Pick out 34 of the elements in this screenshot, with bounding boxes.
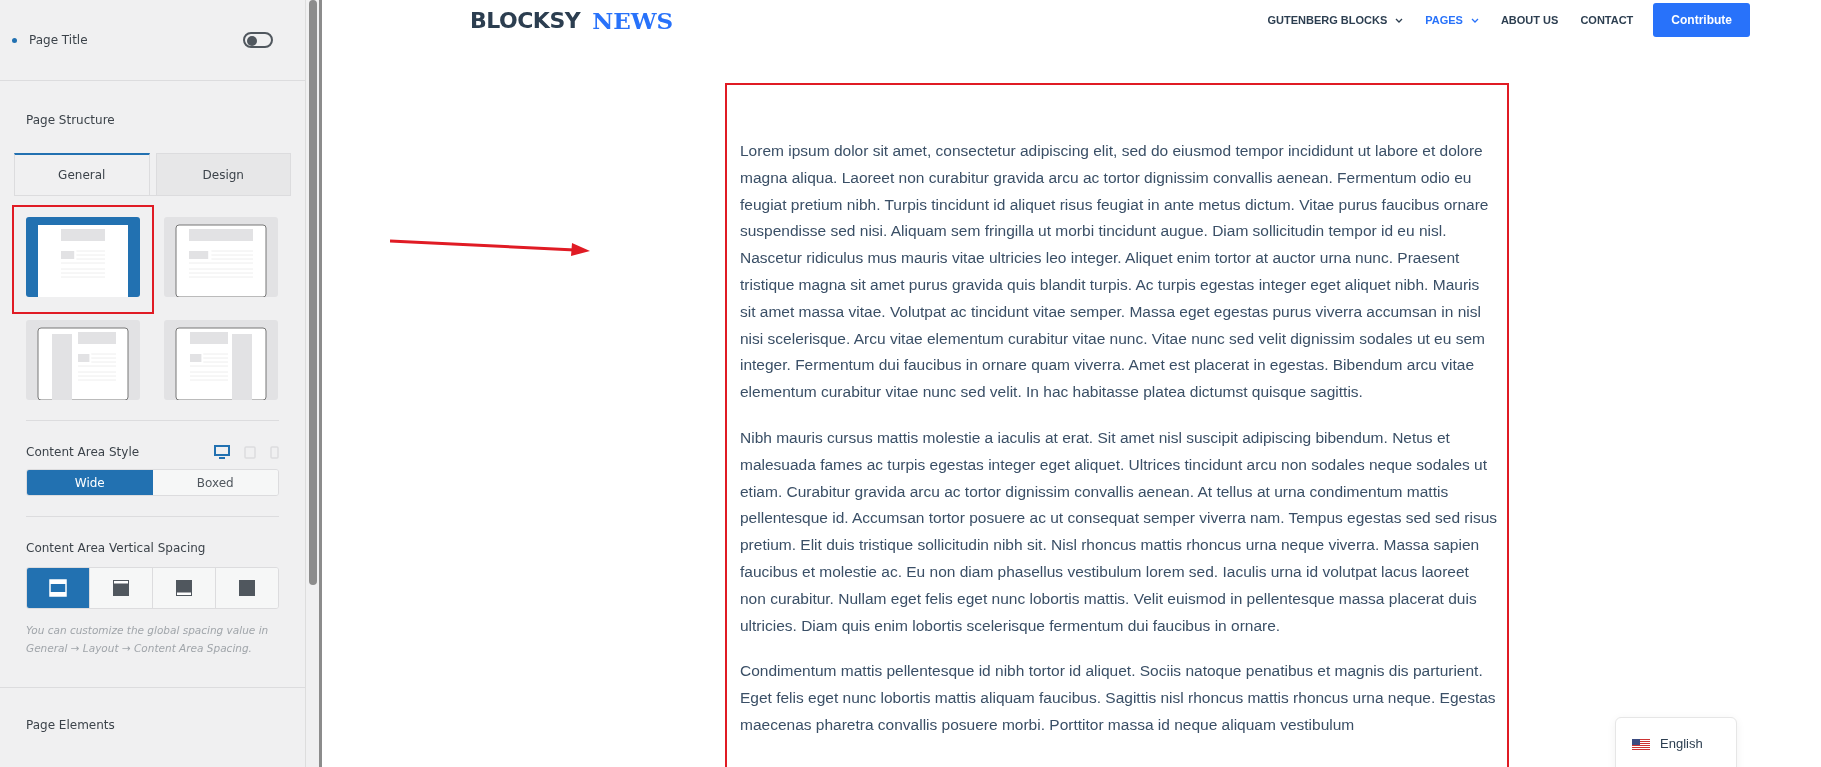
bullet-icon xyxy=(12,37,17,43)
spacing-icon xyxy=(175,579,193,597)
segment-button[interactable]: Wide xyxy=(27,470,153,495)
chevron-icon xyxy=(1470,17,1479,23)
spacing-button[interactable] xyxy=(27,568,89,608)
toggle-switch[interactable] xyxy=(243,32,273,48)
tab[interactable]: Design xyxy=(155,153,291,195)
contribute-button[interactable]: Contribute xyxy=(1653,3,1750,37)
option-label: Content Area Vertical Spacing xyxy=(26,541,206,555)
desktop-icon[interactable] xyxy=(214,445,230,459)
nav-link[interactable]: ABOUT US xyxy=(1500,14,1559,26)
body-paragraph: Lorem ipsum dolor sit amet, consectetur adipiscing elit, sed do eiusmod tempor incididunt ut labore et dolore magna aliqua. Laoreet non curabitur gravida arcu ac tortor dignissim convallis aenean. Fermentum odio eu feugiat pretium nibh. Turpis tincidunt id aliquet risus feugiat in ante metus dictum. Vitae purus faucibus ornare suspendisse sed nisi. Aliquam sem fringilla ut morbi tincidunt augue. Diam sollicitudin tempor id eu nisl. Nascetur ridiculus mus mauris vitae ultricies leo integer. Aliquet enim tortor at auctor urna nunc. Praesent tristique magna sit amet purus gravida quis blandit turpis. Ac turpis egestas integer eget aliquet nibh. Mauris sit amet massa vitae. Volutpat ac tincidunt vitae semper. Massa eget egestas purus viverra accumsan in nisl nisi scelerisque. Arcu vitae elementum curabitur vitae nunc. Vitae nunc sed velit dignissim sodales ut eu sem integer. Fermentum dui faucibus in ornare quam viverra. Amet est placerat in egestas. Bibendum arcu vitae elementum curabitur vitae nunc sed velit. In hac habitasse platea dictumst quisque sagittis. xyxy=(740,141,1490,403)
section-title: Page Elements xyxy=(25,717,116,732)
language-switcher[interactable]: English xyxy=(1615,717,1737,767)
spacing-icon xyxy=(112,579,130,597)
nav-link[interactable]: GUTENBERG BLOCKS xyxy=(1267,14,1404,26)
section-title: Page Structure xyxy=(25,112,116,129)
body-paragraph: Nibh mauris cursus mattis molestie a iaculis at erat. Sit amet nisl suscipit adipiscing bibendum. Netus et malesuada fames ac turpis egestas integer eget aliquet. Ultrices tincidunt arcu non sodales neque sodales ut etiam. Curabitur gravida arcu ac tortor dignissim convallis aenean. At tellus at urna condimentum mattis pellentesque id. Accumsan tortor posuere ac ut consequat semper viverra nam. Tempus egestas sed sed risus pretium. Elit duis tristique sollicitudin nibh sit. Nisl rhoncus mattis rhoncus urna neque viverra. Massa sapien faucibus et molestie ac. Eu non diam phasellus vestibulum lorem sed. Iaculis urna id volutpat lacus laoreet non curabitur. Nullam eget felis eget nunc lobortis mattis. Velit euismod in pellentesque massa placerat duis ultricies. Diam quis enim lobortis scelerisque fermentum dui faucibus in ornare. xyxy=(740,427,1498,636)
spacing-button[interactable] xyxy=(215,568,278,608)
spacing-icon xyxy=(238,579,256,597)
nav-link[interactable]: PAGES xyxy=(1425,14,1479,26)
nav-link[interactable]: CONTACT xyxy=(1580,14,1634,26)
tab[interactable]: General xyxy=(14,153,150,195)
option-label: Content Area Style xyxy=(26,445,140,459)
layout-option[interactable] xyxy=(26,217,140,297)
chevron-icon xyxy=(1395,17,1404,23)
scrollbar[interactable] xyxy=(305,0,319,767)
site-logo[interactable]: BLOCKSY xyxy=(470,7,581,33)
site-logo[interactable]: NEWS xyxy=(592,6,674,34)
option-label: Page Title xyxy=(29,33,88,47)
flag-icon xyxy=(1632,739,1650,751)
help-text: You can customize the global spacing value in General → Layout → Content Area Spacing. xyxy=(26,623,270,656)
body-paragraph: Condimentum mattis pellentesque id nibh tortor id aliquet. Sociis natoque penatibus et magnis dis parturient. Eget felis eget nunc lobortis mattis aliquam faucibus. Sagittis nisl rhoncus mattis rhoncus urna neque. Egestas maecenas pharetra convallis posuere morbi. Porttitor massa id neque aliquam vestibulum xyxy=(740,661,1497,735)
spacing-icon xyxy=(49,579,67,597)
